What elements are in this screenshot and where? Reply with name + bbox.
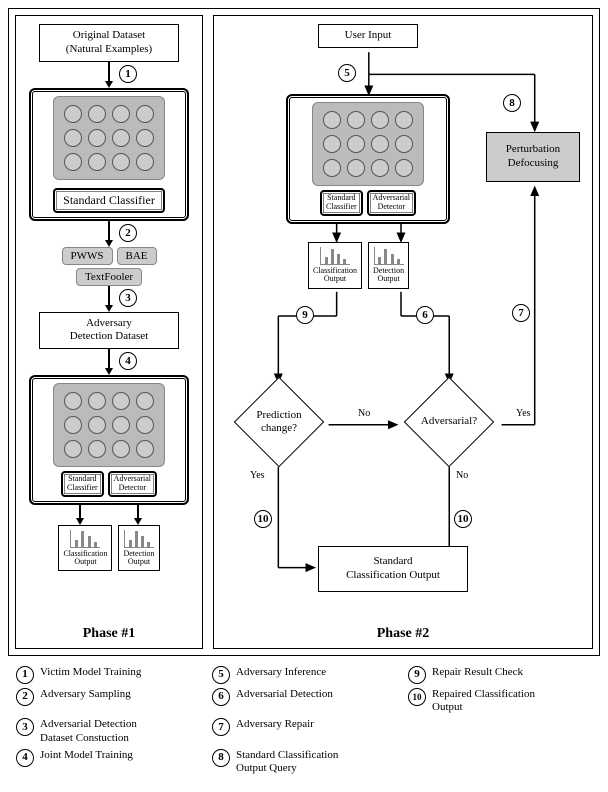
legend-marker-1: 1 bbox=[16, 666, 34, 684]
no-label: No bbox=[356, 408, 372, 419]
step-10-marker: 10 bbox=[254, 510, 272, 528]
legend-marker-3: 3 bbox=[16, 718, 34, 736]
user-input-box: User Input bbox=[318, 24, 418, 48]
prediction-change-text: Prediction change? bbox=[256, 409, 301, 435]
nn-icon bbox=[53, 96, 165, 180]
arrow-step3: 3 bbox=[105, 286, 113, 312]
legend-text-9: Repair Result Check bbox=[432, 666, 523, 679]
adv-dataset-box: Adversary Detection Dataset bbox=[39, 312, 179, 350]
legend-text-4: Joint Model Training bbox=[40, 749, 133, 762]
det-output-label-2: Detection Output bbox=[373, 267, 404, 284]
step-4-marker: 4 bbox=[119, 352, 137, 370]
legend-item: 5 Adversary Inference bbox=[212, 666, 396, 684]
legend-item: 2 Adversary Sampling bbox=[16, 688, 200, 714]
bae-attack: BAE bbox=[117, 247, 157, 265]
arrow-down-icon bbox=[76, 505, 84, 525]
cls-output-label: Classification Output bbox=[63, 550, 107, 567]
legend-marker-7: 7 bbox=[212, 718, 230, 736]
detection-output-box: Detection Output bbox=[118, 525, 159, 572]
step-1-marker: 1 bbox=[119, 65, 137, 83]
arrow-step2: 2 bbox=[105, 221, 113, 247]
arrow-step1: 1 bbox=[105, 62, 113, 88]
legend-text-6: Adversarial Detection bbox=[236, 688, 333, 701]
perturbation-defocusing-box: Perturbation Defocusing bbox=[486, 132, 580, 182]
original-dataset-text: Original Dataset (Natural Examples) bbox=[66, 29, 152, 55]
legend-text-3: Adversarial Detection Dataset Constuctio… bbox=[40, 718, 137, 744]
nn-icon bbox=[312, 102, 424, 186]
attack-group: PWWS BAE TextFooler bbox=[62, 247, 157, 286]
detection-output-box-2: Detection Output bbox=[368, 242, 409, 289]
step-8-marker: 8 bbox=[503, 94, 521, 112]
legend-marker-5: 5 bbox=[212, 666, 230, 684]
step-9-marker: 9 bbox=[296, 306, 314, 324]
nn-icon bbox=[53, 383, 165, 467]
phase2-panel: User Input 5 8 Standard Classifier Adver… bbox=[213, 15, 593, 649]
bar-chart-icon bbox=[374, 247, 404, 265]
legend-item: 1 Victim Model Training bbox=[16, 666, 200, 684]
no-label: No bbox=[454, 470, 470, 481]
phase1-output-pair: Classification Output Detection Output bbox=[58, 525, 159, 572]
standard-classifier-box: Standard Classifier bbox=[29, 88, 189, 221]
legend-item: 3 Adversarial Detection Dataset Constucti… bbox=[16, 718, 200, 744]
step-10-marker: 10 bbox=[454, 510, 472, 528]
legend-text-1: Victim Model Training bbox=[40, 666, 141, 679]
joint-model-box-2: Standard Classifier Adversarial Detector bbox=[286, 94, 450, 224]
step-7-marker: 7 bbox=[512, 304, 530, 322]
legend-marker-6: 6 bbox=[212, 688, 230, 706]
phase1-panel: Original Dataset (Natural Examples) 1 St… bbox=[15, 15, 203, 649]
adversarial-diamond: Adversarial? bbox=[394, 382, 504, 462]
classification-output-box-2: Classification Output bbox=[308, 242, 362, 289]
pwws-attack: PWWS bbox=[62, 247, 113, 265]
legend-item: 7 Adversary Repair bbox=[212, 718, 396, 744]
legend-item: 10 Repaired Classification Output bbox=[408, 688, 592, 714]
step-6-marker: 6 bbox=[416, 306, 434, 324]
legend-item: 4 Joint Model Training bbox=[16, 749, 200, 775]
prediction-change-diamond: Prediction change? bbox=[224, 382, 334, 462]
cls-output-label-2: Classification Output bbox=[313, 267, 357, 284]
bar-chart-icon bbox=[124, 530, 154, 548]
step-5-marker: 5 bbox=[338, 64, 356, 82]
textfooler-attack: TextFooler bbox=[76, 268, 142, 286]
standard-classifier-label: Standard Classifier bbox=[53, 188, 165, 213]
legend-marker-10: 10 bbox=[408, 688, 426, 706]
legend-item: 8 Standard Classification Output Query bbox=[212, 749, 396, 775]
legend-item: 6 Adversarial Detection bbox=[212, 688, 396, 714]
sub-std-classifier: Standard Classifier bbox=[61, 471, 104, 497]
legend-item: 9 Repair Result Check bbox=[408, 666, 592, 684]
legend-marker-4: 4 bbox=[16, 749, 34, 767]
legend-marker-8: 8 bbox=[212, 749, 230, 767]
arrow-step4: 4 bbox=[105, 349, 113, 375]
sub-adv-detector: Adversarial Detector bbox=[108, 471, 157, 497]
adversarial-text: Adversarial? bbox=[421, 415, 477, 428]
phase2-label: Phase #2 bbox=[214, 626, 592, 642]
det-output-label: Detection Output bbox=[123, 550, 154, 567]
legend: 1 Victim Model Training 5 Adversary Infere… bbox=[8, 666, 600, 775]
phase1-label: Phase #1 bbox=[16, 626, 202, 642]
sub-std-classifier-2: Standard Classifier bbox=[320, 190, 363, 216]
standard-classification-output-box: Standard Classification Output bbox=[318, 546, 468, 592]
yes-label: Yes bbox=[514, 408, 533, 419]
legend-text-7: Adversary Repair bbox=[236, 718, 314, 731]
step-2-marker: 2 bbox=[119, 224, 137, 242]
arrow-down-icon bbox=[134, 505, 142, 525]
legend-text-10: Repaired Classification Output bbox=[432, 688, 535, 714]
sub-adv-detector-2: Adversarial Detector bbox=[367, 190, 416, 216]
original-dataset-box: Original Dataset (Natural Examples) bbox=[39, 24, 179, 62]
legend-marker-9: 9 bbox=[408, 666, 426, 684]
bar-chart-icon bbox=[70, 530, 100, 548]
yes-label: Yes bbox=[248, 470, 267, 481]
outer-frame: Original Dataset (Natural Examples) 1 St… bbox=[8, 8, 600, 656]
legend-text-5: Adversary Inference bbox=[236, 666, 326, 679]
bar-chart-icon bbox=[320, 247, 350, 265]
joint-model-box: Standard Classifier Adversarial Detector bbox=[29, 375, 189, 505]
step-3-marker: 3 bbox=[119, 289, 137, 307]
legend-text-8: Standard Classification Output Query bbox=[236, 749, 338, 775]
legend-text-2: Adversary Sampling bbox=[40, 688, 131, 701]
legend-marker-2: 2 bbox=[16, 688, 34, 706]
classification-output-box: Classification Output bbox=[58, 525, 112, 572]
